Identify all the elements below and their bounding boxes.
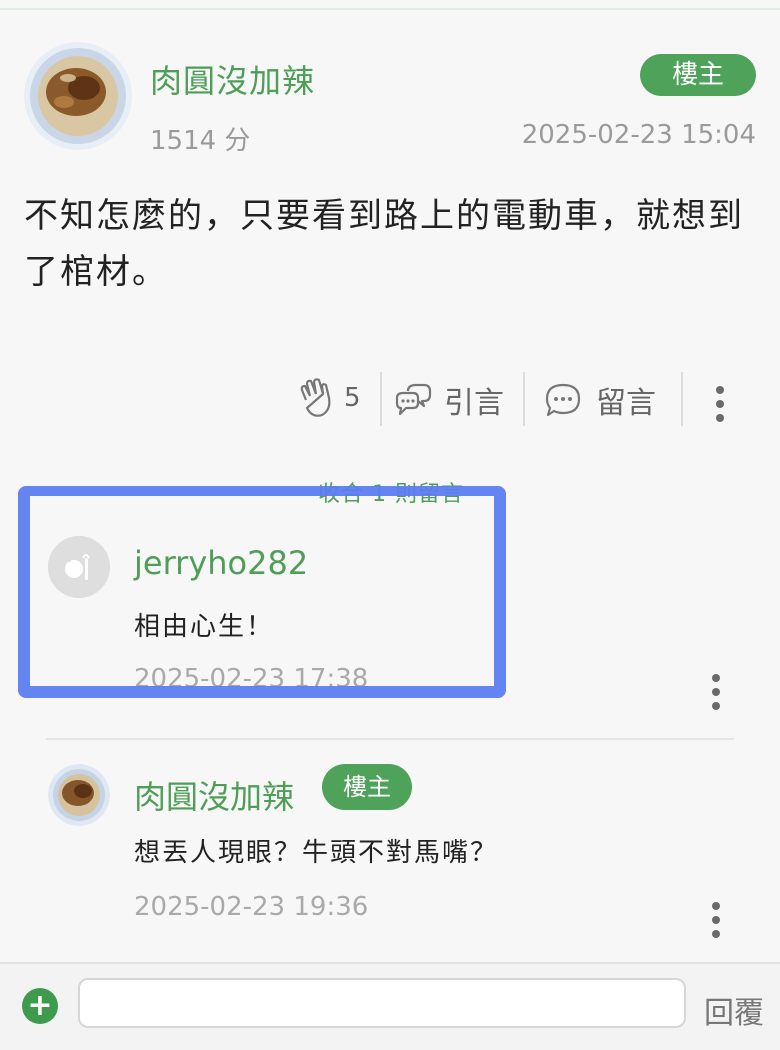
comment-label: 留言 — [596, 386, 656, 421]
post-body: 不知怎麼的，只要看到路上的電動車，就想到了棺材。 — [24, 196, 744, 292]
quote-label: 引言 — [444, 386, 504, 421]
reply-submit-button[interactable]: 回覆 — [704, 988, 764, 1032]
action-separator — [681, 372, 683, 426]
action-separator — [380, 372, 382, 426]
reply-timestamp: 2025-02-23 19:36 — [134, 892, 369, 922]
reply-author-name[interactable]: 肉圓沒加辣 — [134, 772, 294, 818]
reply-input[interactable] — [78, 978, 686, 1028]
post-timestamp: 2025-02-23 15:04 — [521, 120, 756, 150]
reply-author-avatar[interactable] — [48, 764, 110, 826]
add-attachment-button[interactable]: + — [22, 988, 58, 1024]
quote-button[interactable]: 引言 — [394, 378, 504, 422]
owner-badge: 樓主 — [640, 54, 756, 96]
top-divider — [0, 8, 780, 10]
author-points: 1514 分 — [150, 126, 251, 156]
reply-text: 想丟人現眼？牛頭不對馬嘴？ — [134, 838, 499, 868]
post-author-name[interactable]: 肉圓沒加辣 — [150, 56, 315, 102]
comment-button[interactable]: 留言 — [544, 378, 656, 422]
post-more-menu[interactable] — [714, 386, 726, 422]
highlight-box — [18, 486, 506, 698]
author-avatar[interactable] — [24, 42, 132, 150]
comment-bubble-icon — [544, 381, 582, 419]
clap-icon — [298, 378, 334, 418]
reply-owner-badge: 樓主 — [322, 764, 412, 810]
action-separator — [523, 372, 525, 426]
clap-count: 5 — [344, 383, 361, 413]
comment-more-menu[interactable] — [710, 674, 722, 710]
quote-bubble-icon — [394, 381, 432, 419]
comment-divider — [46, 738, 734, 740]
clap-button[interactable]: 5 — [298, 378, 361, 418]
reply-more-menu[interactable] — [710, 902, 722, 938]
